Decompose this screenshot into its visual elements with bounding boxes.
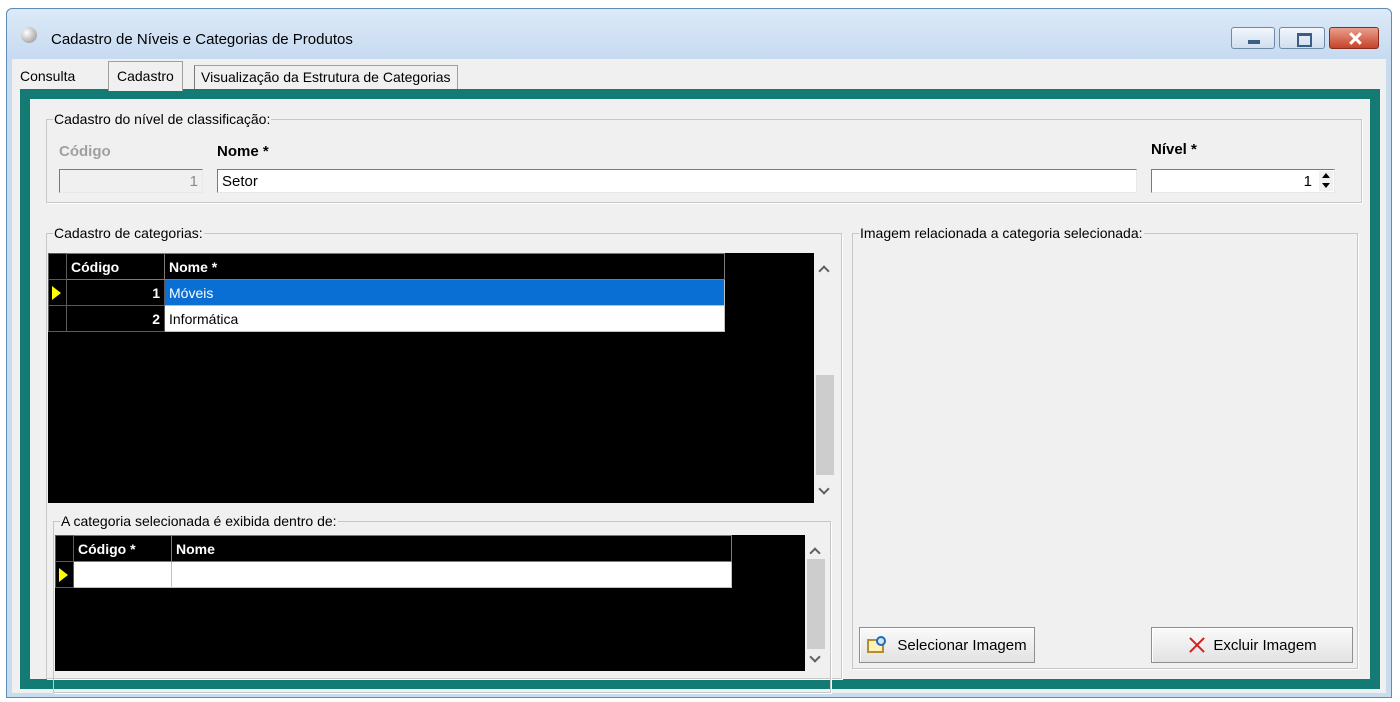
teal-border: Cadastro do nível de classificação: Códi… bbox=[20, 89, 1380, 693]
delete-image-button[interactable]: Excluir Imagem bbox=[1151, 627, 1353, 663]
parent-legend: A categoria selecionada é exibida dentro… bbox=[61, 513, 337, 529]
nivel-legend: Cadastro do nível de classificação: bbox=[54, 111, 271, 127]
categorias-grid[interactable]: Código Nome * 1 Móveis 2 Informática bbox=[48, 253, 836, 503]
grid-header-row: Código Nome * bbox=[48, 253, 725, 280]
cell-nome[interactable] bbox=[171, 561, 732, 588]
cell-codigo[interactable] bbox=[73, 561, 172, 588]
app-icon bbox=[21, 27, 37, 43]
header-indicator bbox=[55, 535, 74, 562]
window-title: Cadastro de Níveis e Categorias de Produ… bbox=[51, 31, 353, 48]
title-bar[interactable]: Cadastro de Níveis e Categorias de Produ… bbox=[7, 9, 1391, 59]
current-row-arrow-icon bbox=[52, 285, 61, 300]
scroll-down-icon[interactable] bbox=[819, 485, 829, 495]
header-indicator bbox=[48, 253, 67, 280]
cell-codigo[interactable]: 2 bbox=[66, 305, 165, 332]
col-header-codigo[interactable]: Código bbox=[66, 253, 165, 280]
select-image-button[interactable]: Selecionar Imagem bbox=[859, 627, 1035, 663]
image-search-icon bbox=[867, 636, 889, 654]
scroll-up-icon[interactable] bbox=[810, 545, 820, 555]
window-client: Consulta Cadastro Visualização da Estrut… bbox=[12, 59, 1386, 693]
scroll-thumb[interactable] bbox=[816, 375, 834, 475]
parent-group: A categoria selecionada é exibida dentro… bbox=[53, 513, 831, 693]
row-indicator bbox=[48, 305, 67, 332]
row-indicator bbox=[55, 561, 74, 588]
spin-up-icon[interactable] bbox=[1319, 171, 1333, 181]
categorias-scrollbar[interactable] bbox=[814, 253, 836, 503]
nivel-label: Nível * bbox=[1151, 141, 1197, 158]
delete-x-icon bbox=[1187, 636, 1205, 654]
tab-bar: Consulta Cadastro Visualização da Estrut… bbox=[12, 59, 1386, 91]
scroll-up-icon[interactable] bbox=[819, 263, 829, 273]
scroll-thumb[interactable] bbox=[807, 559, 825, 649]
codigo-label: Código bbox=[59, 143, 111, 160]
cell-codigo[interactable]: 1 bbox=[66, 279, 165, 306]
tab-cadastro[interactable]: Cadastro bbox=[108, 61, 183, 91]
categorias-legend: Cadastro de categorias: bbox=[54, 225, 203, 241]
close-button[interactable] bbox=[1329, 27, 1379, 49]
tab-visualizacao[interactable]: Visualização da Estrutura de Categorias bbox=[194, 65, 458, 91]
cell-nome[interactable]: Informática bbox=[164, 305, 725, 332]
parent-table: Código * Nome bbox=[55, 535, 732, 588]
row-indicator bbox=[48, 279, 67, 306]
grid-header-row: Código * Nome bbox=[55, 535, 732, 562]
categorias-table: Código Nome * 1 Móveis 2 Informática bbox=[48, 253, 725, 332]
delete-image-label: Excluir Imagem bbox=[1213, 636, 1317, 654]
imagem-group: Imagem relacionada a categoria seleciona… bbox=[852, 225, 1358, 669]
table-row[interactable]: 2 Informática bbox=[48, 305, 725, 332]
table-row[interactable] bbox=[55, 561, 732, 588]
main-window: Cadastro de Níveis e Categorias de Produ… bbox=[6, 8, 1392, 698]
scroll-down-icon[interactable] bbox=[810, 653, 820, 663]
codigo-field: 1 bbox=[59, 169, 203, 193]
imagem-legend: Imagem relacionada a categoria seleciona… bbox=[860, 225, 1143, 241]
cadastro-panel: Cadastro do nível de classificação: Códi… bbox=[30, 99, 1370, 693]
nivel-group: Cadastro do nível de classificação: Códi… bbox=[46, 111, 1362, 203]
nivel-spinner[interactable]: 1 bbox=[1151, 169, 1335, 193]
current-row-arrow-icon bbox=[59, 567, 68, 582]
nome-field[interactable]: Setor bbox=[217, 169, 1137, 193]
col-header-codigo[interactable]: Código * bbox=[73, 535, 172, 562]
cell-nome[interactable]: Móveis bbox=[164, 279, 725, 306]
spin-down-icon[interactable] bbox=[1319, 181, 1333, 191]
nivel-value: 1 bbox=[1303, 173, 1312, 190]
col-header-nome[interactable]: Nome * bbox=[164, 253, 725, 280]
minimize-button[interactable] bbox=[1231, 27, 1275, 49]
select-image-label: Selecionar Imagem bbox=[897, 636, 1027, 654]
nome-label: Nome * bbox=[217, 143, 269, 160]
categorias-group: Cadastro de categorias: Código Nome * 1 … bbox=[46, 225, 842, 693]
tab-consulta[interactable]: Consulta bbox=[20, 68, 75, 84]
parent-scrollbar[interactable] bbox=[805, 535, 827, 671]
col-header-nome[interactable]: Nome bbox=[171, 535, 732, 562]
table-row[interactable]: 1 Móveis bbox=[48, 279, 725, 306]
maximize-button[interactable] bbox=[1279, 27, 1325, 49]
parent-grid[interactable]: Código * Nome bbox=[55, 535, 827, 671]
